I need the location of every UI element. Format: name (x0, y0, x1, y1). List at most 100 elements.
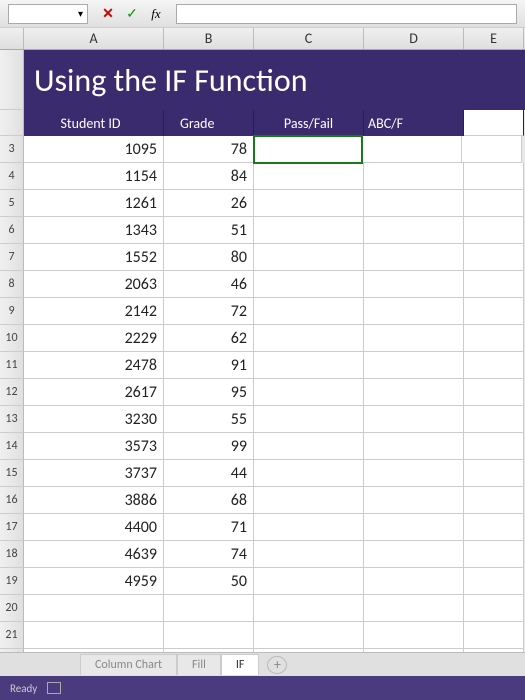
cell-empty[interactable] (464, 622, 524, 649)
cell-student-id[interactable]: 2063 (24, 271, 164, 298)
cell-grade[interactable]: 91 (164, 352, 254, 379)
row-header[interactable] (0, 50, 24, 110)
table-header-student-id[interactable]: Student ID (24, 110, 164, 136)
cell-student-id[interactable]: 1343 (24, 217, 164, 244)
cell-abcf[interactable] (364, 298, 464, 325)
cell-empty[interactable] (464, 568, 524, 595)
cell-empty[interactable] (464, 244, 524, 271)
cell-passfail[interactable] (254, 487, 364, 514)
cell-grade[interactable]: 44 (164, 460, 254, 487)
cell-passfail[interactable] (254, 406, 364, 433)
cell-abcf[interactable] (364, 568, 464, 595)
cell-passfail[interactable] (254, 190, 364, 217)
cell-student-id[interactable]: 2142 (24, 298, 164, 325)
cell-empty[interactable] (464, 541, 524, 568)
cell-passfail[interactable] (253, 135, 363, 164)
cell-empty[interactable] (464, 379, 524, 406)
row-header[interactable]: 12 (0, 379, 24, 406)
cell-passfail[interactable] (254, 325, 364, 352)
cell-passfail[interactable] (254, 595, 364, 622)
cell-grade[interactable]: 50 (164, 568, 254, 595)
table-header-passfail[interactable]: Pass/Fail (254, 110, 364, 136)
cell-empty[interactable] (462, 136, 522, 163)
cell-abcf[interactable] (364, 406, 464, 433)
cell-student-id[interactable]: 3737 (24, 460, 164, 487)
row-header[interactable]: 16 (0, 487, 24, 514)
cell-student-id[interactable] (24, 595, 164, 622)
cell-student-id[interactable]: 2229 (24, 325, 164, 352)
cell-passfail[interactable] (254, 217, 364, 244)
cell-empty[interactable] (464, 325, 524, 352)
cell-empty[interactable] (464, 595, 524, 622)
table-header-abcf[interactable]: ABC/F (364, 110, 464, 136)
row-header[interactable]: 3 (0, 136, 24, 163)
cell-grade[interactable]: 74 (164, 541, 254, 568)
cell-passfail[interactable] (254, 541, 364, 568)
row-header[interactable]: 18 (0, 541, 24, 568)
row-header[interactable]: 7 (0, 244, 24, 271)
cell-student-id[interactable]: 1154 (24, 163, 164, 190)
cell-passfail[interactable] (254, 433, 364, 460)
name-box[interactable]: ▾ (8, 4, 88, 24)
formula-bar[interactable] (176, 4, 517, 24)
row-header[interactable]: 19 (0, 568, 24, 595)
cell-grade[interactable] (164, 595, 254, 622)
cell-abcf[interactable] (364, 595, 464, 622)
tab-if[interactable]: IF (221, 654, 260, 675)
cell-grade[interactable]: 68 (164, 487, 254, 514)
cell-passfail[interactable] (254, 352, 364, 379)
cell-empty[interactable] (464, 217, 524, 244)
cell-grade[interactable]: 99 (164, 433, 254, 460)
column-header-e[interactable]: E (464, 28, 524, 49)
row-header[interactable]: 20 (0, 595, 24, 622)
cell-passfail[interactable] (254, 460, 364, 487)
cell-abcf[interactable] (364, 217, 464, 244)
cell-student-id[interactable]: 3573 (24, 433, 164, 460)
row-header[interactable]: 15 (0, 460, 24, 487)
column-header-a[interactable]: A (24, 28, 164, 49)
cell-abcf[interactable] (364, 325, 464, 352)
cell-student-id[interactable]: 3886 (24, 487, 164, 514)
cell-grade[interactable]: 62 (164, 325, 254, 352)
cell-passfail[interactable] (254, 622, 364, 649)
fx-icon[interactable]: fx (148, 6, 164, 22)
cell-grade[interactable]: 55 (164, 406, 254, 433)
cell-abcf[interactable] (364, 541, 464, 568)
cell-abcf[interactable] (364, 622, 464, 649)
cell-abcf[interactable] (364, 271, 464, 298)
cell-empty[interactable] (464, 352, 524, 379)
row-header[interactable] (0, 110, 24, 136)
column-header-b[interactable]: B (164, 28, 254, 49)
cell-empty[interactable] (464, 163, 524, 190)
row-header[interactable]: 11 (0, 352, 24, 379)
cell-passfail[interactable] (254, 163, 364, 190)
row-header[interactable]: 8 (0, 271, 24, 298)
cell-abcf[interactable] (364, 379, 464, 406)
macro-record-icon[interactable] (47, 682, 61, 694)
cell-empty[interactable] (464, 406, 524, 433)
cell-empty[interactable] (464, 271, 524, 298)
cell-passfail[interactable] (254, 379, 364, 406)
row-header[interactable]: 6 (0, 217, 24, 244)
select-all-corner[interactable] (0, 28, 24, 49)
cell-student-id[interactable]: 4959 (24, 568, 164, 595)
row-header[interactable]: 13 (0, 406, 24, 433)
table-header-empty[interactable] (464, 110, 524, 136)
cell-student-id[interactable]: 1095 (24, 136, 164, 163)
cell-grade[interactable]: 72 (164, 298, 254, 325)
cell-abcf[interactable] (364, 487, 464, 514)
row-header[interactable]: 10 (0, 325, 24, 352)
cell-abcf[interactable] (364, 433, 464, 460)
cell-student-id[interactable]: 4400 (24, 514, 164, 541)
cell-grade[interactable] (164, 622, 254, 649)
cell-abcf[interactable] (364, 460, 464, 487)
cell-abcf[interactable] (364, 352, 464, 379)
table-header-grade[interactable]: Grade (164, 110, 254, 136)
cell-grade[interactable]: 84 (164, 163, 254, 190)
row-header[interactable]: 17 (0, 514, 24, 541)
cell-abcf[interactable] (364, 190, 464, 217)
cell-passfail[interactable] (254, 514, 364, 541)
cell-abcf[interactable] (362, 136, 462, 163)
cell-empty[interactable] (464, 514, 524, 541)
cell-student-id[interactable]: 1261 (24, 190, 164, 217)
